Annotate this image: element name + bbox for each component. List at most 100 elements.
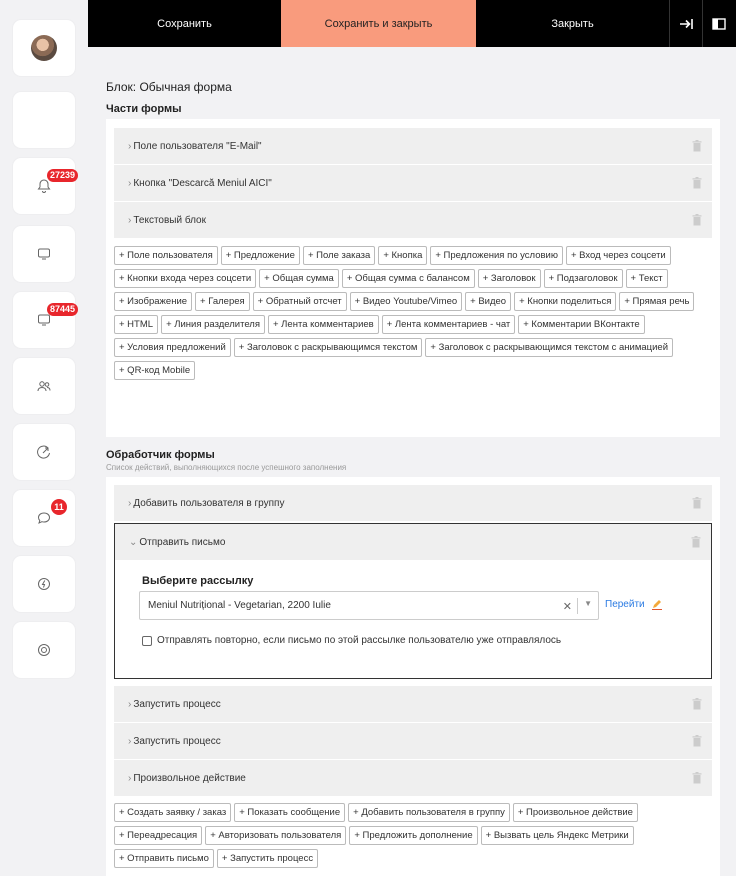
add-chip[interactable]: + Кнопки поделиться [514,292,617,311]
send-email-expanded: ⌄ Отправить письмо Выберите рассылку Men… [114,523,712,679]
add-action-chip[interactable]: + Добавить пользователя в группу [348,803,510,822]
help-circle-icon [38,644,50,656]
add-chip[interactable]: + Текст [625,269,668,288]
trash-icon[interactable] [691,536,701,548]
add-chip[interactable]: + Условия предложений [114,338,231,357]
select-separator [577,598,578,614]
add-chip[interactable]: + Предложение [220,246,300,265]
handler-title: Запустить процесс [133,735,221,747]
add-chip[interactable]: + Общая сумма [259,269,339,288]
add-action-chip[interactable]: + Запустить процесс [216,849,319,868]
notifications-button[interactable]: 27239 [13,158,79,214]
close-button[interactable]: Закрыть [476,0,669,47]
form-part-row[interactable]: › Поле пользователя "E-Mail" [114,128,712,164]
add-action-chip[interactable]: + Произвольное действие [512,803,638,822]
add-chip[interactable]: + Заголовок с раскрывающимся текстом [233,338,423,357]
add-chip[interactable]: + HTML [114,315,159,334]
add-chip[interactable]: + Линия разделителя [161,315,265,334]
add-chip[interactable]: + Комментарии ВКонтакте [518,315,645,334]
add-chip[interactable]: + Изображение [114,292,193,311]
add-chip[interactable]: + Заголовок [477,269,541,288]
add-chip[interactable]: + Заголовок с раскрывающимся текстом с а… [425,338,674,357]
form-parts-chips: + Поле пользователя + Предложение + Поле… [114,246,714,380]
resend-checkbox[interactable] [142,636,152,646]
add-chip[interactable]: + Обратный отсчет [252,292,347,311]
add-chip[interactable]: + Поле заказа [302,246,376,265]
add-chip[interactable]: + Видео Youtube/Vimeo [349,292,463,311]
pencil-icon[interactable] [651,598,663,610]
form-part-title: Кнопка "Descarcă Meniul AICI" [133,177,272,189]
monitor-button[interactable] [13,226,75,282]
monitor-icon [38,248,50,260]
panel-toggle-button[interactable] [702,0,735,47]
form-part-row[interactable]: › Текстовый блок [114,202,712,238]
add-chip[interactable]: + Кнопка [378,246,428,265]
share-button[interactable] [13,424,75,480]
add-chip[interactable]: + Видео [465,292,512,311]
send-email-title: Отправить письмо [139,536,226,548]
chat-button[interactable]: 87445 [13,292,79,348]
exit-button[interactable] [669,0,702,47]
trash-icon[interactable] [692,214,702,226]
add-chip[interactable]: + Вход через соцсети [565,246,671,265]
add-chip[interactable]: + Галерея [195,292,250,311]
chevron-down-icon[interactable]: ▼ [584,599,592,608]
blank-button[interactable] [13,92,75,148]
trash-icon[interactable] [692,140,702,152]
add-action-chip[interactable]: + Переадресация [114,826,203,845]
chat-badge: 87445 [47,303,79,316]
billing-button[interactable] [13,556,75,612]
handler-row[interactable]: › Запустить процесс [114,686,712,722]
add-action-chip[interactable]: + Создать заявку / заказ [114,803,232,822]
add-action-chip[interactable]: + Авторизовать пользователя [205,826,347,845]
add-chip[interactable]: + Поле пользователя [114,246,218,265]
messages-button[interactable]: 11 [13,490,75,546]
save-button[interactable]: Сохранить [88,0,281,47]
add-chip[interactable]: + Лента комментариев [268,315,379,334]
block-title: Блок: Обычная форма [106,80,232,94]
add-action-chip[interactable]: + Вызвать цель Яндекс Метрики [480,826,634,845]
send-email-header[interactable]: ⌄ Отправить письмо [115,524,711,560]
handler-subtitle: Список действий, выполняющихся после усп… [106,463,347,472]
notifications-badge: 27239 [47,169,79,182]
add-action-chip[interactable]: + Отправить письмо [114,849,214,868]
handler-row[interactable]: › Произвольное действие [114,760,712,796]
add-chip[interactable]: + QR-код Mobile [114,361,196,380]
form-part-row[interactable]: › Кнопка "Descarcă Meniul AICI" [114,165,712,201]
trash-icon[interactable] [692,735,702,747]
profile-button[interactable] [13,20,75,76]
handler-row[interactable]: › Добавить пользователя в группу [114,485,712,521]
add-action-chip[interactable]: + Показать сообщение [234,803,346,822]
sidebar-panel-icon [712,17,726,30]
form-parts-panel: › Поле пользователя "E-Mail" › Кнопка "D… [106,119,720,437]
add-chip[interactable]: + Подзаголовок [543,269,623,288]
form-parts-label: Части формы [106,103,182,115]
mailing-select[interactable]: Meniul Nutrițional - Vegetarian, 2200 Iu… [139,591,599,620]
users-button[interactable] [13,358,75,414]
handler-row[interactable]: › Запустить процесс [114,723,712,759]
save-and-close-button[interactable]: Сохранить и закрыть [281,0,476,47]
chevron-right-icon: › [128,772,132,784]
chevron-right-icon: › [128,140,132,152]
handler-label: Обработчик формы [106,449,215,461]
trash-icon[interactable] [692,177,702,189]
help-button[interactable] [13,622,75,678]
trash-icon[interactable] [692,698,702,710]
add-chip[interactable]: + Прямая речь [619,292,695,311]
arrow-right-bar-icon [680,18,693,29]
add-chip[interactable]: + Предложения по условию [430,246,563,265]
add-chip[interactable]: + Кнопки входа через соцсети [114,269,257,288]
go-link[interactable]: Перейти [605,599,645,610]
add-chip[interactable]: + Общая сумма с балансом [341,269,475,288]
handler-title: Запустить процесс [133,698,221,710]
trash-icon[interactable] [692,497,702,509]
add-chip[interactable]: + Лента комментариев - чат [381,315,516,334]
form-part-title: Поле пользователя "E-Mail" [133,140,262,152]
speech-bubble-icon [37,512,51,524]
trash-icon[interactable] [692,772,702,784]
clear-icon[interactable]: ✕ [563,600,572,613]
handler-chips: + Создать заявку / заказ + Показать сооб… [114,803,714,868]
add-action-chip[interactable]: + Предложить дополнение [349,826,478,845]
handler-panel: › Добавить пользователя в группу ⌄ Отпра… [106,477,720,876]
mailing-select-label: Выберите рассылку [142,575,254,587]
